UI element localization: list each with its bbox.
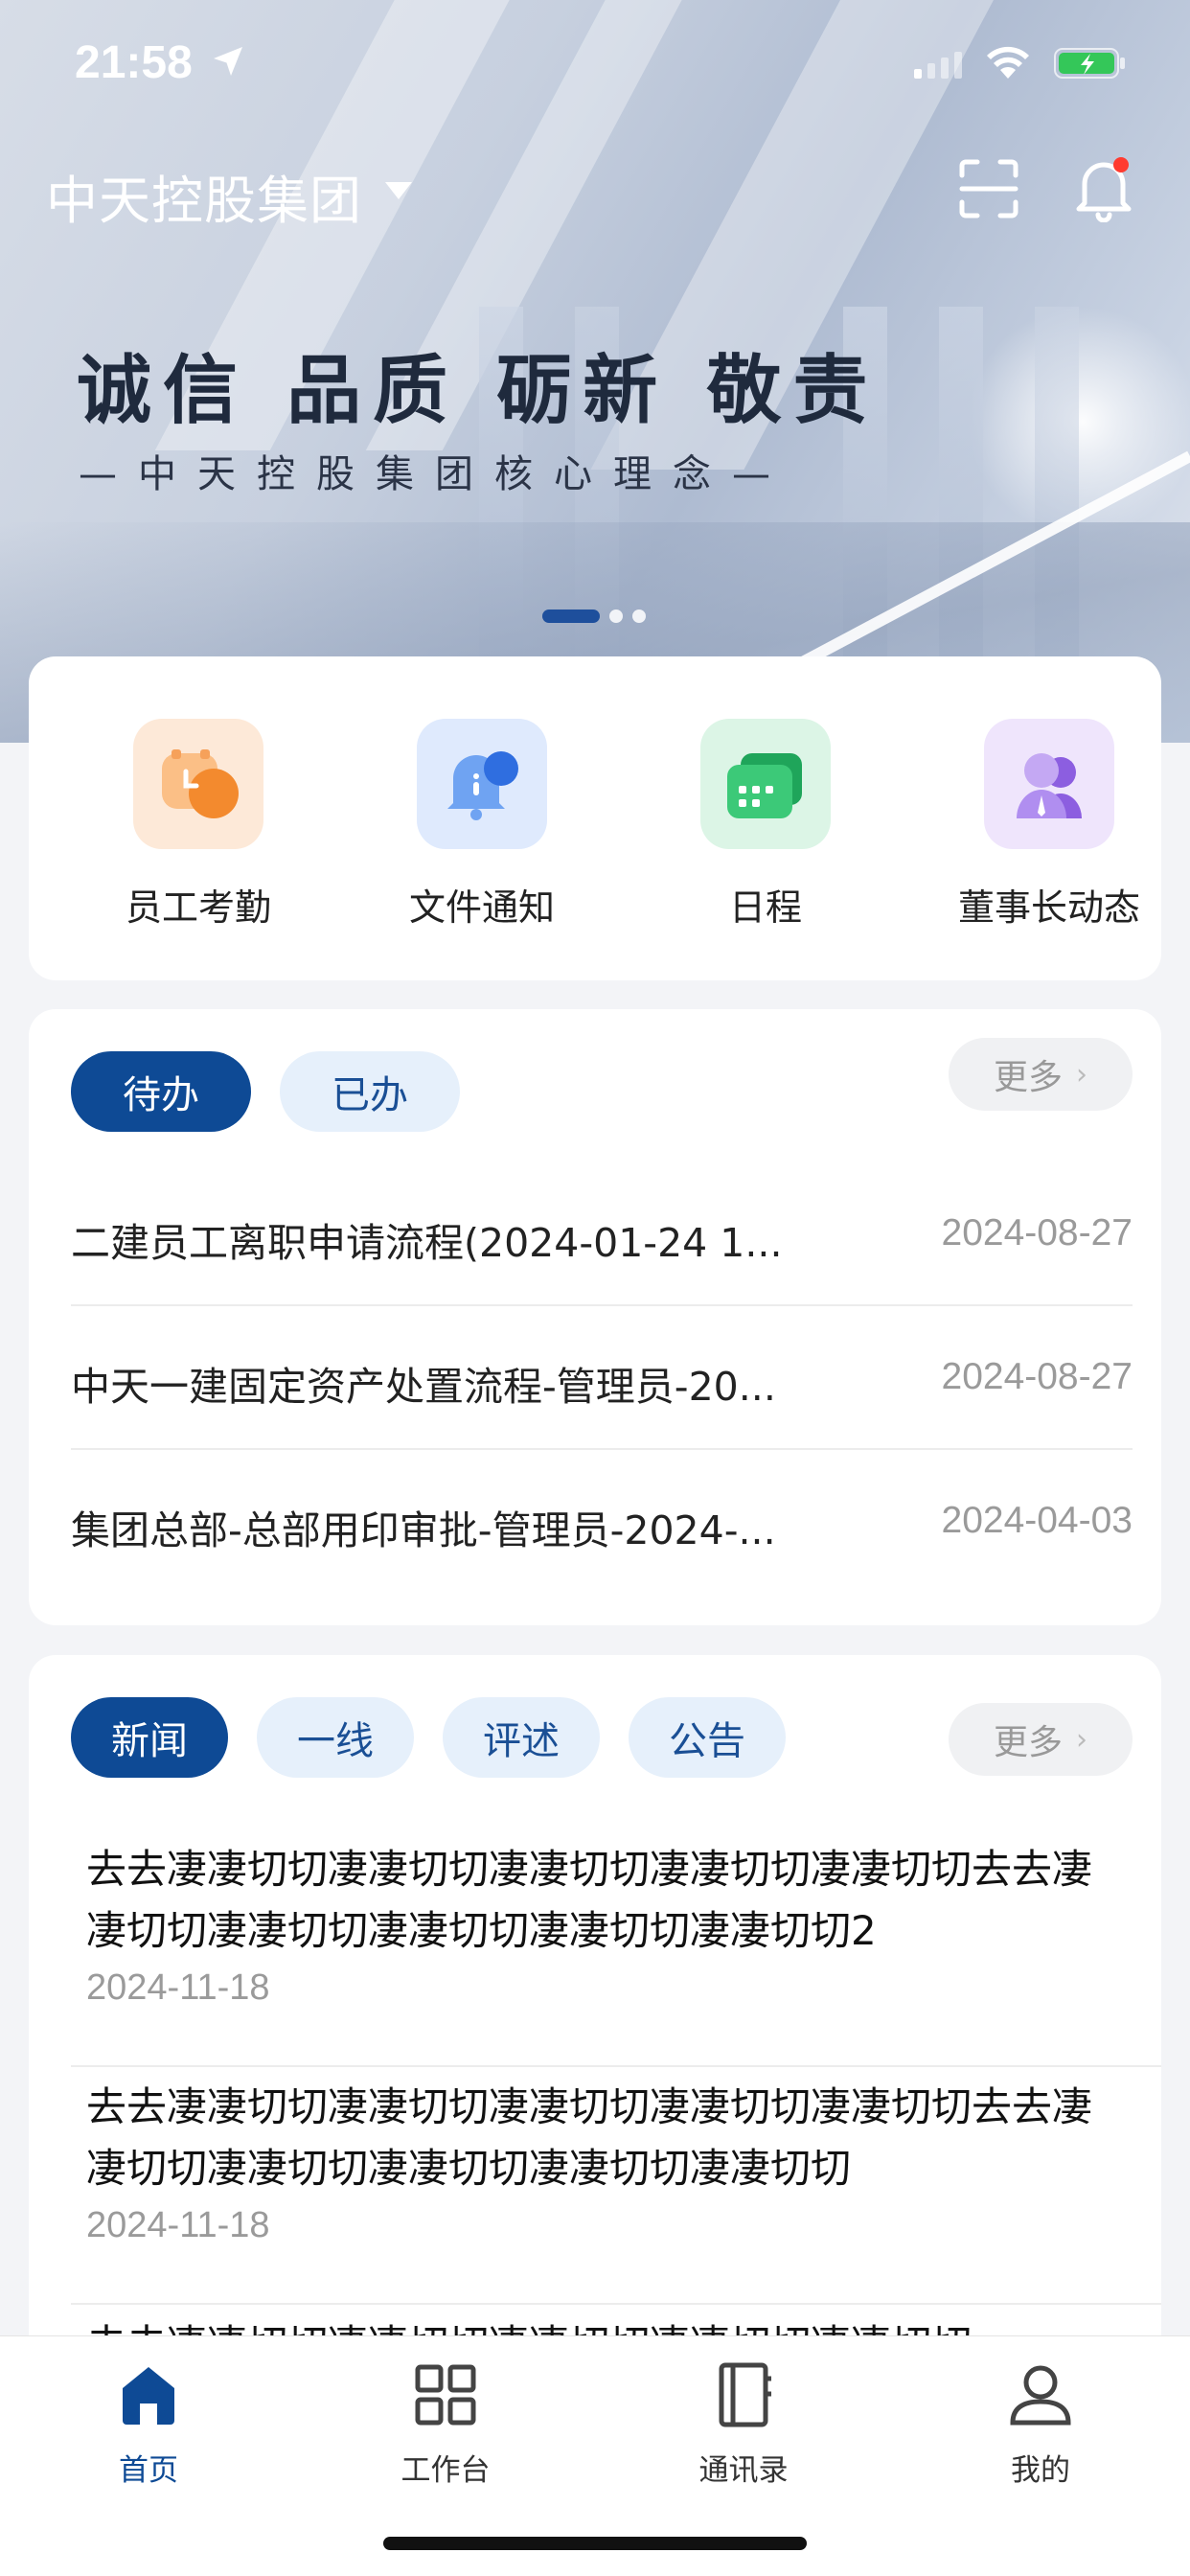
chevron-right-icon: › <box>1076 1722 1087 1757</box>
tab-label: 我的 <box>1011 2453 1070 2488</box>
location-arrow-icon <box>214 47 242 76</box>
news-title: 去去凄凄切切凄凄切切凄凄切切凄凄切切凄凄切切去去凄凄切切凄凄切切凄凄切切凄凄切切… <box>86 2083 1093 2192</box>
chevron-right-icon: › <box>1076 1057 1087 1092</box>
file-notice-icon <box>417 719 547 849</box>
quick-action-label: 董事长动态 <box>957 886 1140 929</box>
home-icon <box>123 2367 174 2425</box>
todo-item[interactable]: 集团总部-总部用印审批-管理员-2024-... 2024-04-03 <box>71 1450 1133 1594</box>
tab-contacts[interactable]: 通讯录 <box>648 2361 839 2489</box>
quick-action-label: 员工考勤 <box>125 886 271 929</box>
quick-action-label: 文件通知 <box>408 886 555 929</box>
attendance-clock-icon <box>133 719 263 849</box>
tab-commentary[interactable]: 评述 <box>443 1697 600 1778</box>
news-date: 2024-11-18 <box>86 2205 270 2245</box>
todo-title: 集团总部-总部用印审批-管理员-2024-... <box>71 1507 776 1553</box>
tab-todo[interactable]: 待办 <box>71 1051 251 1132</box>
workbench-grid-icon <box>415 2364 476 2426</box>
quick-action-attendance[interactable]: 员工考勤 <box>83 719 313 931</box>
wifi-icon <box>987 46 1029 79</box>
todo-date: 2024-04-03 <box>941 1500 1133 1541</box>
news-item[interactable]: 去去凄凄切切凄凄切切凄凄切切凄凄切切凄凄切切去去凄凄切切凄凄切切凄凄切切凄凄切切… <box>71 2067 1161 2305</box>
profile-person-icon <box>1010 2365 1071 2426</box>
quick-action-label: 日程 <box>728 886 802 929</box>
todo-date: 2024-08-27 <box>941 1356 1133 1397</box>
todo-title: 二建员工离职申请流程(2024-01-24 1... <box>71 1220 783 1266</box>
todo-item[interactable]: 二建员工离职申请流程(2024-01-24 1... 2024-08-27 <box>71 1162 1133 1306</box>
todo-title: 中天一建固定资产处置流程-管理员-20... <box>71 1364 776 1410</box>
contacts-book-icon <box>719 2362 771 2427</box>
battery-charging-icon <box>1054 48 1125 79</box>
tab-frontline[interactable]: 一线 <box>257 1697 414 1778</box>
tab-news[interactable]: 新闻 <box>71 1697 228 1778</box>
banner-subtitle: —中天控股集团核心理念— <box>79 452 791 496</box>
tab-done[interactable]: 已办 <box>280 1051 460 1132</box>
cellular-signal-icon <box>914 52 962 79</box>
todo-card: 待办 已办 更多 › 二建员工离职申请流程(2024-01-24 1... 20… <box>29 1009 1161 1625</box>
tab-label: 通讯录 <box>698 2453 789 2488</box>
banner-slogan: 诚信 品质 砺新 敬责 <box>77 347 880 434</box>
quick-actions-card: 员工考勤 文件通知 日程 董事长动态 <box>29 656 1161 980</box>
tab-label: 工作台 <box>400 2453 491 2488</box>
tab-label: 首页 <box>119 2453 178 2488</box>
tab-announcement[interactable]: 公告 <box>629 1697 786 1778</box>
tab-profile[interactable]: 我的 <box>945 2361 1136 2489</box>
status-time: 21:58 <box>75 37 193 88</box>
news-title: 去去凄凄切切凄凄切切凄凄切切凄凄切切凄凄切切去去凄凄切切凄凄切切凄凄切切凄凄切切… <box>86 1846 1093 1954</box>
quick-action-file-notice[interactable]: 文件通知 <box>367 719 597 931</box>
caret-down-icon[interactable] <box>383 180 414 201</box>
chairman-person-icon <box>984 719 1114 849</box>
scan-icon[interactable] <box>958 158 1019 219</box>
todo-more-button[interactable]: 更多 › <box>949 1038 1133 1111</box>
news-card: 新闻 一线 评述 公告 更多 › 去去凄凄切切凄凄切切凄凄切切凄凄切切凄凄切切去… <box>29 1655 1161 2345</box>
news-date: 2024-11-18 <box>86 1967 270 2008</box>
more-label: 更多 <box>993 1058 1063 1097</box>
quick-action-schedule[interactable]: 日程 <box>651 719 881 931</box>
calendar-icon <box>700 719 831 849</box>
tab-workbench[interactable]: 工作台 <box>350 2361 541 2489</box>
more-label: 更多 <box>993 1723 1063 1762</box>
status-bar: 21:58 <box>0 0 1190 125</box>
home-indicator <box>383 2537 807 2550</box>
news-item[interactable]: 去去凄凄切切凄凄切切凄凄切切凄凄切切凄凄切切去去凄凄切切凄凄切切凄凄切切凄凄切切… <box>71 1829 1161 2067</box>
quick-action-chairman[interactable]: 董事长动态 <box>934 719 1164 931</box>
todo-date: 2024-08-27 <box>941 1212 1133 1254</box>
todo-item[interactable]: 中天一建固定资产处置流程-管理员-20... 2024-08-27 <box>71 1306 1133 1450</box>
company-selector[interactable]: 中天控股集团 <box>46 158 362 234</box>
tab-home[interactable]: 首页 <box>53 2361 244 2489</box>
news-more-button[interactable]: 更多 › <box>949 1703 1133 1776</box>
notification-bell-icon[interactable] <box>1073 155 1134 222</box>
